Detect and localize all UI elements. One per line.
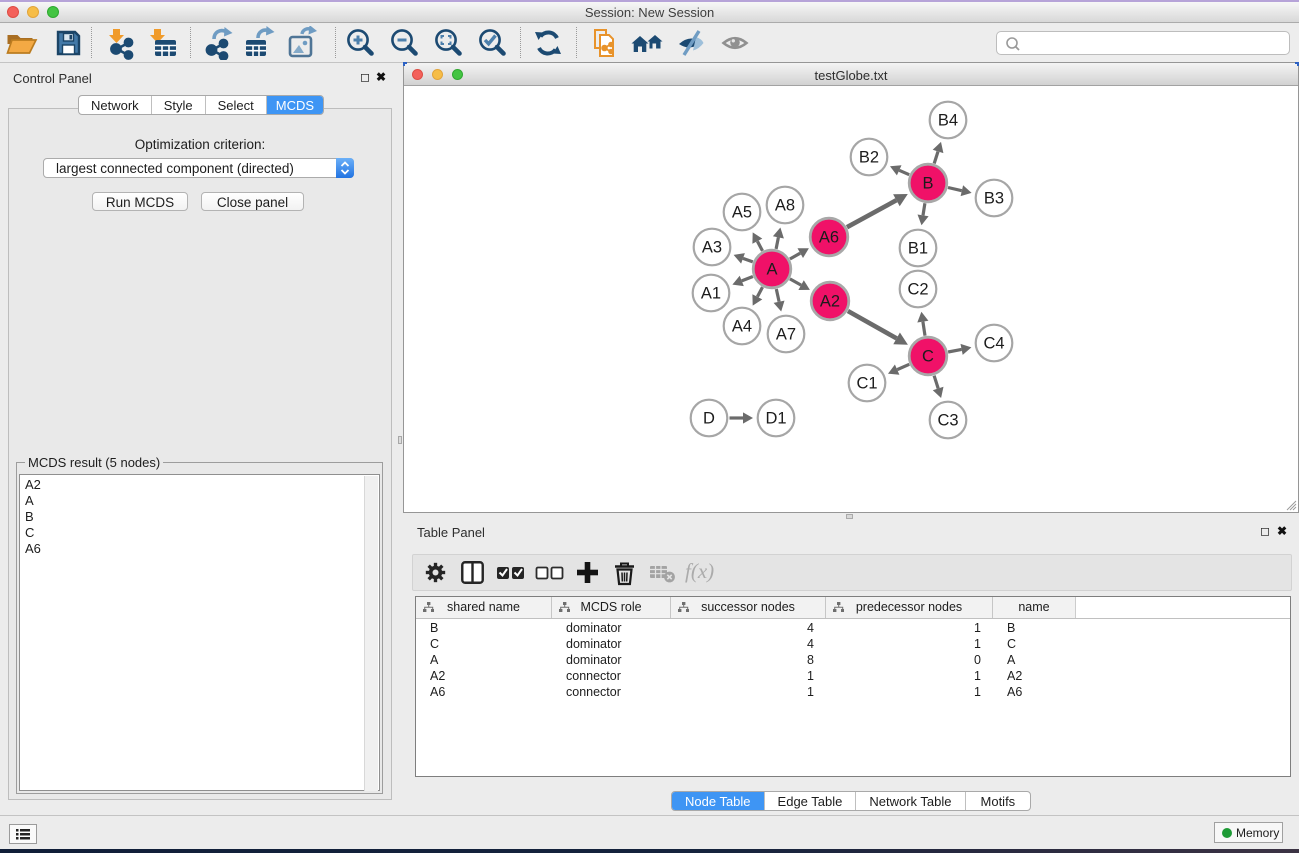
svg-text:A: A: [766, 261, 777, 279]
svg-text:A2: A2: [820, 293, 840, 311]
svg-text:C: C: [922, 348, 934, 366]
svg-text:A6: A6: [819, 229, 839, 247]
svg-text:B1: B1: [908, 240, 928, 258]
svg-text:A1: A1: [701, 285, 721, 303]
svg-text:C2: C2: [907, 281, 928, 299]
svg-text:A3: A3: [702, 239, 722, 257]
svg-text:B4: B4: [938, 112, 958, 130]
svg-text:C4: C4: [983, 335, 1004, 353]
svg-text:A8: A8: [775, 197, 795, 215]
svg-text:A4: A4: [732, 318, 752, 336]
svg-text:D1: D1: [765, 410, 786, 428]
svg-text:A5: A5: [732, 204, 752, 222]
svg-text:C3: C3: [937, 412, 958, 430]
svg-text:B3: B3: [984, 190, 1004, 208]
svg-text:B2: B2: [859, 149, 879, 167]
svg-text:D: D: [703, 410, 715, 428]
svg-text:C1: C1: [856, 375, 877, 393]
svg-text:B: B: [922, 175, 933, 193]
svg-text:A7: A7: [776, 326, 796, 344]
